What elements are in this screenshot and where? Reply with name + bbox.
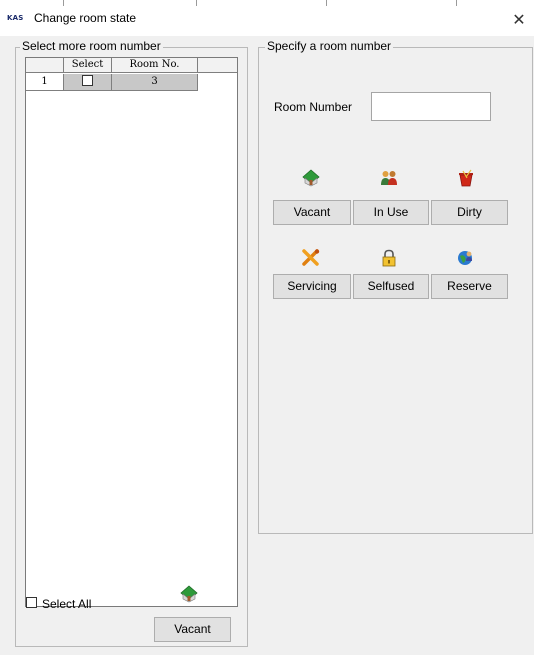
reserve-button[interactable]: Reserve: [431, 274, 508, 299]
close-button[interactable]: ✕: [506, 9, 532, 31]
people-icon: [381, 171, 397, 185]
grid-header-filler: [198, 58, 237, 73]
house-icon: [180, 585, 198, 603]
window-title: Change room state: [34, 11, 137, 25]
grid-row-select-cell[interactable]: [64, 74, 112, 91]
grid-row-index: 1: [26, 74, 64, 91]
room-number-label: Room Number: [274, 100, 353, 114]
select-all-label[interactable]: Select All: [42, 597, 91, 611]
grid-header-room-no[interactable]: Room No.: [112, 58, 198, 73]
servicing-button[interactable]: Servicing: [273, 274, 351, 299]
vacant-selected-button[interactable]: Vacant: [154, 617, 231, 642]
lock-icon: [382, 249, 396, 267]
grid-row-room-no[interactable]: 3: [112, 74, 198, 91]
globe-user-icon: [458, 251, 472, 265]
room-grid-header: Select Room No.: [26, 58, 237, 74]
specify-room-group-title: Specify a room number: [265, 39, 394, 53]
room-grid[interactable]: Select Room No. 1 3: [25, 57, 238, 607]
dirty-button[interactable]: Dirty: [431, 200, 508, 225]
trash-icon: [459, 169, 473, 187]
vacant-button[interactable]: Vacant: [273, 200, 351, 225]
room-number-input[interactable]: [371, 92, 491, 121]
tools-icon: [302, 249, 320, 266]
selfused-button[interactable]: Selfused: [353, 274, 429, 299]
app-logo: KAS: [7, 14, 24, 22]
row-select-checkbox[interactable]: [82, 75, 93, 86]
in-use-button[interactable]: In Use: [353, 200, 429, 225]
house-icon: [302, 169, 320, 187]
grid-header-index: [26, 58, 64, 73]
grid-header-select[interactable]: Select: [64, 58, 112, 73]
select-all-checkbox[interactable]: [26, 597, 37, 608]
select-more-room-group-title: Select more room number: [20, 39, 163, 53]
